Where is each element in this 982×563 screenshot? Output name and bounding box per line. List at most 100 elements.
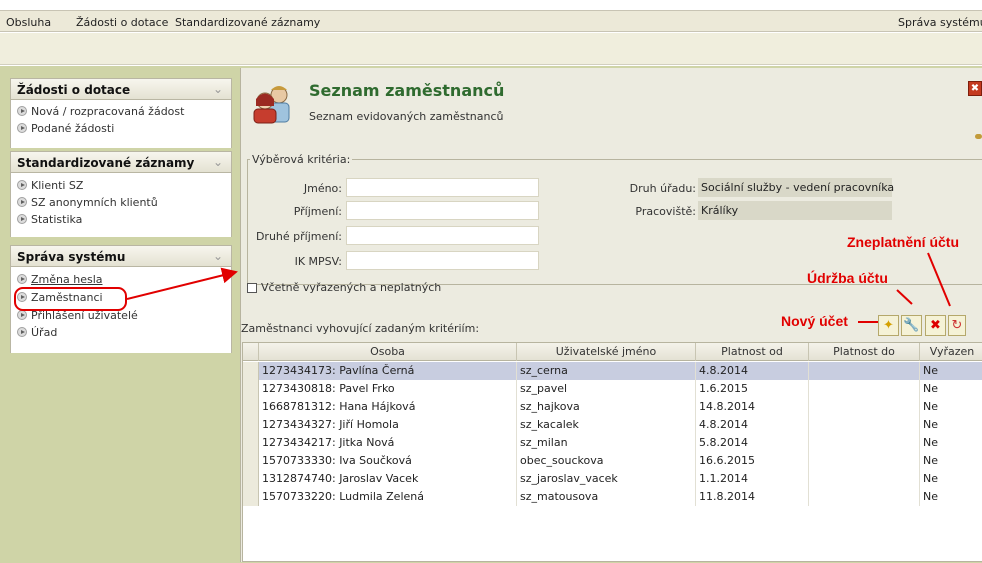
cell-vyrazen: Ne [923, 418, 938, 431]
row-indicator-header [243, 343, 259, 361]
table-row[interactable]: 1273434327: Jiří Homola sz_kacalek 4.8.2… [243, 416, 982, 434]
cell-vyrazen: Ne [923, 472, 938, 485]
column-header-osoba[interactable]: Osoba [259, 343, 517, 361]
close-icon[interactable]: ✖ [968, 81, 982, 96]
annotation-novy-ucet: Nový účet [781, 313, 848, 329]
arrow-bullet-icon [17, 197, 27, 207]
column-header-vyrazen[interactable]: Vyřazen [920, 343, 982, 361]
sidebar-item-label: Úřad [31, 326, 58, 339]
prijmeni-label: Příjmení: [293, 205, 342, 218]
ik-mpsv-label: IK MPSV: [294, 255, 342, 268]
cell-platnost-od: 1.1.2014 [696, 470, 809, 488]
annotation-udrzba-uctu: Údržba účtu [807, 270, 888, 286]
page-title: Seznam zaměstnanců [309, 81, 505, 100]
cell-platnost-do [809, 452, 920, 470]
sidebar-item-label: Nová / rozpracovaná žádost [31, 105, 185, 118]
cell-uzivatel: sz_kacalek [517, 416, 696, 434]
column-header-platnost-od[interactable]: Platnost od [696, 343, 809, 361]
cell-uzivatel: obec_souckova [517, 452, 696, 470]
row-indicator [243, 452, 259, 470]
cell-osoba: 1273430818: Pavel Frko [259, 380, 517, 398]
wrench-icon: 🔧 [903, 318, 920, 333]
cell-platnost-od: 1.6.2015 [696, 380, 809, 398]
row-indicator [243, 362, 259, 380]
row-indicator [243, 380, 259, 398]
include-inactive-label: Včetně vyřazených a neplatných [261, 281, 442, 294]
cell-platnost-od: 4.8.2014 [696, 416, 809, 434]
menu-obsluha[interactable]: Obsluha [6, 16, 51, 29]
sidebar-item-label: Podané žádosti [31, 122, 115, 135]
cell-platnost-od: 5.8.2014 [696, 434, 809, 452]
table-row[interactable]: 1570733330: Iva Součková obec_souckova 1… [243, 452, 982, 470]
new-account-button[interactable]: ✦ [878, 315, 899, 336]
sidebar-item-prihlaseni-uzivatele[interactable]: Přihlášení uživatelé [17, 309, 138, 325]
menu-sprava-systemu[interactable]: Správa systému [898, 16, 982, 29]
employees-table: Osoba Uživatelské jméno Platnost od Plat… [242, 342, 982, 562]
cell-vyrazen: Ne [923, 382, 938, 395]
cell-platnost-do [809, 416, 920, 434]
table-row[interactable]: 1273434217: Jitka Nová sz_milan 5.8.2014… [243, 434, 982, 452]
new-account-icon: ✦ [883, 318, 894, 333]
table-row[interactable]: 1312874740: Jaroslav Vacek sz_jaroslav_v… [243, 470, 982, 488]
invalidate-account-button[interactable]: ✖ [925, 315, 946, 336]
collapse-icon[interactable]: ⌄ [213, 249, 223, 263]
cell-uzivatel: sz_jaroslav_vacek [517, 470, 696, 488]
cell-platnost-do [809, 488, 920, 506]
collapse-icon[interactable]: ⌄ [213, 82, 223, 96]
arrow-bullet-icon [17, 274, 27, 284]
cell-platnost-od: 16.6.2015 [696, 452, 809, 470]
cell-osoba: 1570733330: Iva Součková [259, 452, 517, 470]
cell-platnost-od: 4.8.2014 [696, 362, 809, 380]
sidebar-item-klienti-sz[interactable]: Klienti SZ [17, 179, 83, 195]
arrow-bullet-icon [17, 310, 27, 320]
include-inactive-checkbox[interactable] [247, 283, 257, 293]
sidebar-item-label: Změna hesla [31, 273, 103, 286]
sidebar-item-podane-zadosti[interactable]: Podané žádosti [17, 122, 114, 138]
cell-osoba: 1273434327: Jiří Homola [259, 416, 517, 434]
row-indicator [243, 434, 259, 452]
row-indicator [243, 488, 259, 506]
sidebar-item-sz-anonymnich[interactable]: SZ anonymních klientů [17, 196, 158, 212]
row-indicator [243, 470, 259, 488]
invalidate-icon: ✖ [930, 318, 941, 333]
menu-zadosti-o-dotace[interactable]: Žádosti o dotace [76, 16, 168, 29]
ik-mpsv-field[interactable] [346, 251, 539, 270]
jmeno-label: Jméno: [303, 182, 342, 195]
table-row[interactable]: 1668781312: Hana Hájková sz_hajkova 14.8… [243, 398, 982, 416]
cell-osoba: 1668781312: Hana Hájková [259, 398, 517, 416]
sidebar-section-title: Standardizované záznamy [17, 156, 195, 170]
menu-standardizovane-zaznamy[interactable]: Standardizované záznamy [175, 16, 320, 29]
druh-uradu-value: Sociální služby - vedení pracovníka [698, 178, 894, 197]
maintain-account-button[interactable]: 🔧 [901, 315, 922, 336]
cell-platnost-od: 14.8.2014 [696, 398, 809, 416]
employees-icon [253, 86, 290, 124]
column-header-uzivatelske-jmeno[interactable]: Uživatelské jméno [517, 343, 696, 361]
sidebar-section-zadosti[interactable]: Žádosti o dotace ⌄ [10, 78, 232, 100]
cell-platnost-do [809, 362, 920, 380]
page-header: Seznam zaměstnanců Seznam evidovaných za… [241, 68, 982, 140]
cell-uzivatel: sz_matousova [517, 488, 696, 506]
sidebar-section-sprava[interactable]: Správa systému ⌄ [10, 245, 232, 267]
cell-vyrazen: Ne [923, 364, 938, 377]
refresh-button[interactable]: ↻ [948, 315, 966, 336]
prijmeni-field[interactable] [346, 201, 539, 220]
row-indicator [243, 416, 259, 434]
druh-uradu-label: Druh úřadu: [629, 182, 696, 195]
sidebar-item-statistika[interactable]: Statistika [17, 213, 82, 229]
table-row[interactable]: 1570733220: Ludmila Zelená sz_matousova … [243, 488, 982, 506]
column-header-platnost-do[interactable]: Platnost do [809, 343, 920, 361]
druhe-prijmeni-field[interactable] [346, 226, 539, 245]
jmeno-field[interactable] [346, 178, 539, 197]
sidebar-section-standardizovane[interactable]: Standardizované záznamy ⌄ [10, 151, 232, 173]
sidebar-item-nova-zadost[interactable]: Nová / rozpracovaná žádost [17, 105, 184, 121]
table-row[interactable]: 1273430818: Pavel Frko sz_pavel 1.6.2015… [243, 380, 982, 398]
refresh-icon: ↻ [951, 318, 963, 333]
cell-uzivatel: sz_cerna [517, 362, 696, 380]
page-subtitle: Seznam evidovaných zaměstnanců [309, 110, 504, 123]
help-icon[interactable] [975, 134, 982, 139]
cell-vyrazen: Ne [923, 490, 938, 503]
table-row[interactable]: 1273434173: Pavlína Černá sz_cerna 4.8.2… [243, 362, 982, 380]
sidebar-item-urad[interactable]: Úřad [17, 326, 57, 342]
collapse-icon[interactable]: ⌄ [213, 155, 223, 169]
sidebar-section-title: Žádosti o dotace [17, 83, 131, 97]
